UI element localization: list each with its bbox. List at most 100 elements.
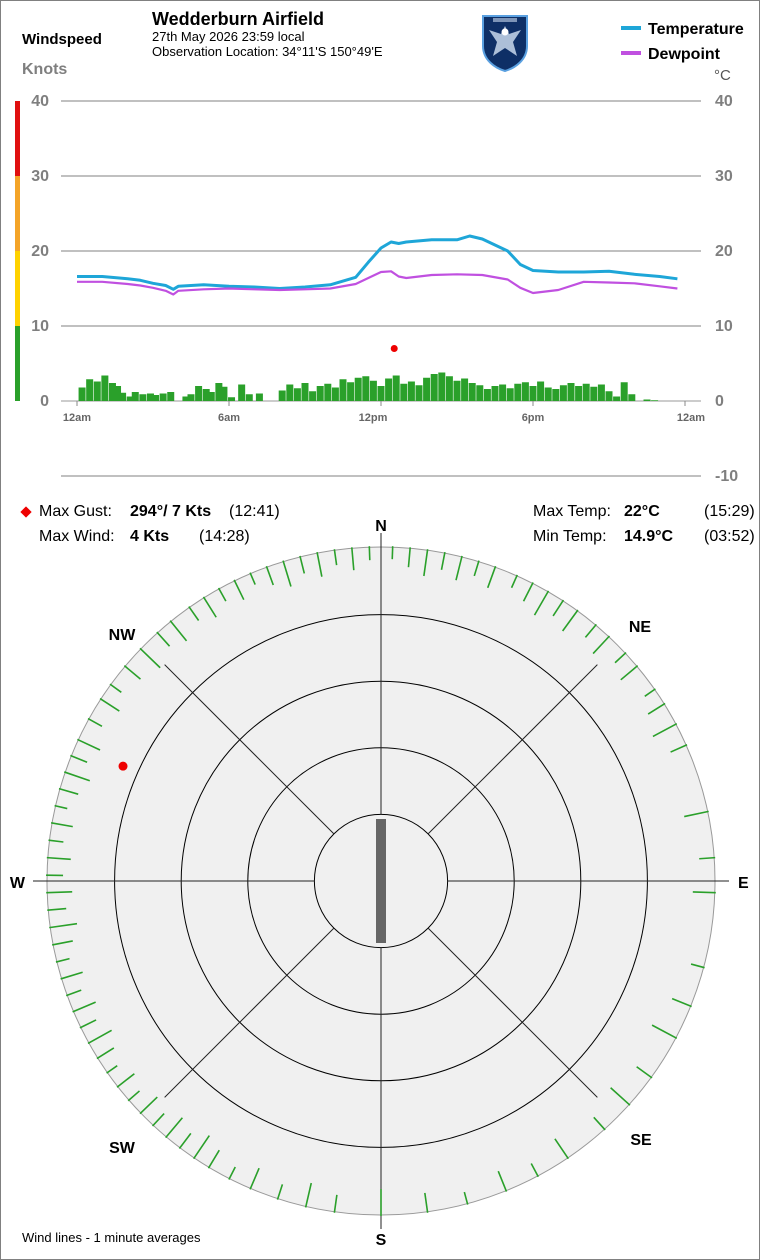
knots-unit-label: Knots	[22, 61, 68, 78]
right-tick-label: 40	[715, 93, 733, 110]
compass-label-n: N	[375, 518, 387, 535]
wind-bar	[159, 393, 167, 401]
wind-bar	[613, 396, 621, 401]
wind-bar	[605, 391, 613, 401]
windspeed-axis-title: Windspeed	[22, 31, 102, 48]
compass-label-s: S	[376, 1232, 387, 1249]
wind-bar	[651, 400, 659, 401]
wind-bar	[152, 395, 160, 401]
compass-label-sw: SW	[109, 1140, 136, 1157]
wind-bar	[324, 383, 332, 401]
wind-bar	[369, 380, 377, 401]
wind-lines-footnote: Wind lines - 1 minute averages	[22, 1230, 201, 1245]
wind-bar	[385, 378, 393, 401]
wind-bar	[620, 382, 628, 401]
wind-bar	[392, 375, 400, 401]
wind-rose: NSEWNENWSESW	[10, 518, 749, 1249]
wind-bar	[377, 386, 385, 401]
wind-bar	[187, 394, 195, 401]
wind-bar	[575, 386, 583, 401]
time-series-chart: 0 10 20 30 40 -10 0 10 20 30 40 12am 6am 12pm 6pm 12am	[15, 93, 738, 485]
legend-dewpoint: Dewpoint	[621, 46, 720, 64]
wind-bar	[461, 378, 469, 401]
left-tick-label: 40	[31, 93, 49, 110]
wind-bar	[195, 386, 203, 401]
wind-bar	[86, 379, 94, 401]
right-tick-label: 30	[715, 168, 733, 185]
wind-bar	[347, 382, 355, 401]
wind-bar	[228, 397, 236, 401]
wind-line	[46, 890, 73, 894]
wind-bar	[255, 393, 263, 401]
wind-bar	[483, 389, 491, 401]
max-gust-rose-marker	[118, 761, 128, 771]
wind-bar	[476, 385, 484, 401]
wind-bar	[491, 386, 499, 401]
wind-bar	[468, 383, 476, 401]
x-tick-label: 12am	[63, 412, 91, 424]
compass-label-ne: NE	[629, 619, 652, 636]
wind-bar	[506, 388, 514, 401]
right-tick-label: 0	[715, 393, 724, 410]
wind-bar	[521, 382, 529, 401]
wind-bar	[286, 384, 294, 401]
wind-bar	[529, 386, 537, 401]
wind-bar	[643, 399, 651, 401]
observation-location: Observation Location: 34°11'S 150°49'E	[152, 44, 383, 59]
legend-dewpoint-label: Dewpoint	[648, 46, 720, 63]
wind-bar	[567, 383, 575, 401]
x-tick-label: 12pm	[359, 412, 388, 424]
right-tick-label: 20	[715, 243, 733, 260]
wind-bar	[78, 387, 86, 401]
wind-bar	[309, 391, 317, 401]
wind-bar	[331, 387, 339, 401]
wind-bar	[445, 376, 453, 401]
wind-bar	[278, 390, 286, 401]
wind-bar	[400, 383, 408, 401]
wind-bar	[499, 384, 507, 401]
legend-temperature: Temperature	[621, 21, 744, 39]
wind-line	[692, 891, 716, 894]
wind-bar	[559, 385, 567, 401]
wind-bar	[582, 383, 590, 401]
wind-bar	[597, 384, 605, 401]
left-tick-label: 10	[31, 318, 49, 335]
left-tick-label: 30	[31, 168, 49, 185]
wind-bar	[354, 377, 362, 401]
wind-bar	[590, 386, 598, 401]
wind-bar	[93, 381, 101, 401]
right-tick-label: -10	[715, 468, 738, 485]
wind-bar	[628, 394, 636, 401]
wind-bar	[101, 375, 109, 401]
left-tick-label: 0	[40, 393, 49, 410]
wind-scale-band	[15, 251, 20, 326]
max-gust-point	[390, 345, 398, 352]
wind-bar	[438, 372, 446, 401]
wind-bar	[423, 377, 431, 401]
wind-bar	[430, 374, 438, 401]
compass-label-se: SE	[630, 1132, 652, 1149]
compass-label-e: E	[738, 875, 749, 892]
wind-line	[699, 856, 716, 860]
dewpoint-swatch	[621, 50, 641, 55]
wind-scale-band	[15, 101, 20, 176]
right-tick-label: 10	[715, 318, 733, 335]
wind-bar	[119, 392, 127, 401]
wind-bar	[238, 384, 246, 401]
wind-bar	[339, 379, 347, 401]
x-tick-label: 6pm	[522, 412, 545, 424]
wind-bar	[167, 392, 175, 401]
wind-bar	[131, 392, 139, 401]
wind-bar	[293, 388, 301, 401]
wind-bar	[544, 387, 552, 401]
x-tick-label: 12am	[677, 412, 705, 424]
average-wind-bar	[376, 819, 386, 943]
wind-bar	[207, 392, 215, 401]
wind-bar	[415, 385, 423, 401]
x-tick-label: 6am	[218, 412, 240, 424]
wind-bar	[407, 381, 415, 401]
compass-label-nw: NW	[109, 627, 137, 644]
wind-bar	[552, 389, 560, 401]
wind-scale-band	[15, 326, 20, 401]
wind-scale-band	[15, 176, 20, 251]
